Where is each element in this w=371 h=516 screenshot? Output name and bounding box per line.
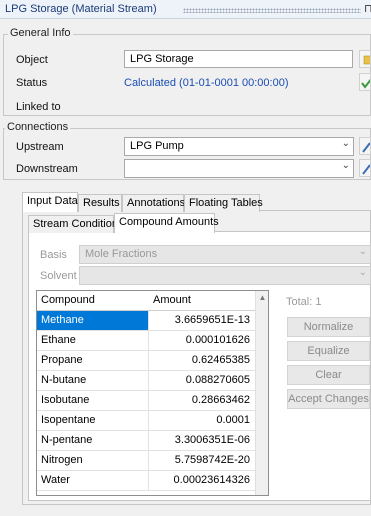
compound-cell[interactable]: Isobutane [37, 391, 149, 411]
general-info-legend: General Info [8, 27, 73, 39]
amount-cell[interactable]: 0.088270605 [149, 371, 255, 391]
connections-legend: Connections [5, 121, 71, 133]
chevron-down-icon: ⌄ [341, 138, 350, 149]
pencil-icon [362, 164, 370, 175]
checkmark-icon [361, 78, 370, 89]
compound-cell[interactable]: Methane [37, 311, 149, 331]
object-label: Object [16, 54, 48, 66]
column-header-amount[interactable]: Amount [149, 291, 255, 311]
table-row[interactable]: N-pentane 3.3006351E-06 [37, 431, 255, 451]
status-ok-indicator [359, 73, 371, 91]
amount-cell[interactable]: 3.6659651E-13 [149, 311, 255, 331]
column-header-compound[interactable]: Compound [37, 291, 149, 311]
chevron-down-icon: ⌄ [341, 160, 350, 171]
tab-input-data[interactable]: Input Data [22, 192, 78, 212]
compound-cell[interactable]: Nitrogen [37, 451, 149, 471]
basis-label: Basis [40, 249, 67, 261]
linked-to-label: Linked to [16, 101, 61, 113]
upstream-value: LPG Pump [130, 140, 184, 152]
table-row[interactable]: Ethane 0.000101626 [37, 331, 255, 351]
upstream-edit-button[interactable] [359, 137, 371, 155]
amount-cell[interactable]: 0.62465385 [149, 351, 255, 371]
status-value: Calculated (01-01-0001 00:00:00) [124, 77, 289, 89]
tab-compound-amounts[interactable]: Compound Amounts [114, 213, 219, 233]
compound-cell[interactable]: Propane [37, 351, 149, 371]
status-label: Status [16, 77, 48, 89]
folder-icon [363, 55, 370, 65]
tab-floating-tables[interactable]: Floating Tables [184, 194, 263, 212]
compound-cell[interactable]: Water [37, 471, 149, 491]
title-drag-grip[interactable] [183, 8, 361, 13]
basis-value: Mole Fractions [85, 248, 158, 260]
title-bar: LPG Storage (Material Stream) ⊓ [0, 0, 371, 19]
pin-icon[interactable]: ⊓ [364, 2, 371, 15]
equalize-button[interactable]: Equalize [287, 341, 370, 361]
amount-cell[interactable]: 0.000101626 [149, 331, 255, 351]
accept-changes-button[interactable]: Accept Changes [287, 389, 370, 409]
normalize-button[interactable]: Normalize [287, 317, 370, 337]
table-row[interactable]: Propane 0.62465385 [37, 351, 255, 371]
object-name-field[interactable]: LPG Storage [124, 50, 353, 68]
solvent-label: Solvent [40, 270, 77, 282]
downstream-combobox[interactable]: ⌄ [124, 159, 354, 178]
compound-amounts-grid[interactable]: Compound Amount Methane 3.6659651E-13 Et… [36, 290, 269, 496]
table-row[interactable]: Methane 3.6659651E-13 [37, 311, 255, 331]
compound-cell[interactable]: Isopentane [37, 411, 149, 431]
tab-annotations[interactable]: Annotations [122, 194, 185, 212]
chevron-down-icon: ⌄ [358, 267, 367, 278]
table-row[interactable]: Nitrogen 5.7598742E-20 [37, 451, 255, 471]
compound-cell[interactable]: Ethane [37, 331, 149, 351]
object-edit-button[interactable] [359, 50, 371, 68]
total-label: Total: 1 [286, 296, 322, 308]
tab-stream-conditions[interactable]: Stream Conditions [28, 215, 124, 233]
pencil-icon [362, 142, 370, 153]
amount-cell[interactable]: 0.28663462 [149, 391, 255, 411]
table-row[interactable]: Isopentane 0.0001 [37, 411, 255, 431]
upstream-combobox[interactable]: LPG Pump ⌄ [124, 137, 354, 156]
grid-vertical-scrollbar[interactable]: ▲ [255, 291, 268, 495]
upstream-label: Upstream [16, 141, 64, 153]
amount-cell[interactable]: 3.3006351E-06 [149, 431, 255, 451]
amount-cell[interactable]: 5.7598742E-20 [149, 451, 255, 471]
tab-results[interactable]: Results [78, 194, 122, 212]
amount-cell[interactable]: 0.00023614326 [149, 471, 255, 491]
table-row[interactable]: N-butane 0.088270605 [37, 371, 255, 391]
downstream-edit-button[interactable] [359, 159, 371, 177]
window-title: LPG Storage (Material Stream) [5, 3, 157, 15]
downstream-label: Downstream [16, 163, 78, 175]
table-row[interactable]: Water 0.00023614326 [37, 471, 255, 491]
compound-cell[interactable]: N-butane [37, 371, 149, 391]
basis-combobox[interactable]: Mole Fractions ⌄ [79, 245, 371, 264]
clear-button[interactable]: Clear [287, 365, 370, 385]
table-row[interactable]: Isobutane 0.28663462 [37, 391, 255, 411]
scroll-up-icon[interactable]: ▲ [256, 293, 268, 302]
solvent-combobox[interactable]: ⌄ [79, 266, 371, 285]
chevron-down-icon: ⌄ [358, 246, 367, 257]
amount-cell[interactable]: 0.0001 [149, 411, 255, 431]
compound-cell[interactable]: N-pentane [37, 431, 149, 451]
